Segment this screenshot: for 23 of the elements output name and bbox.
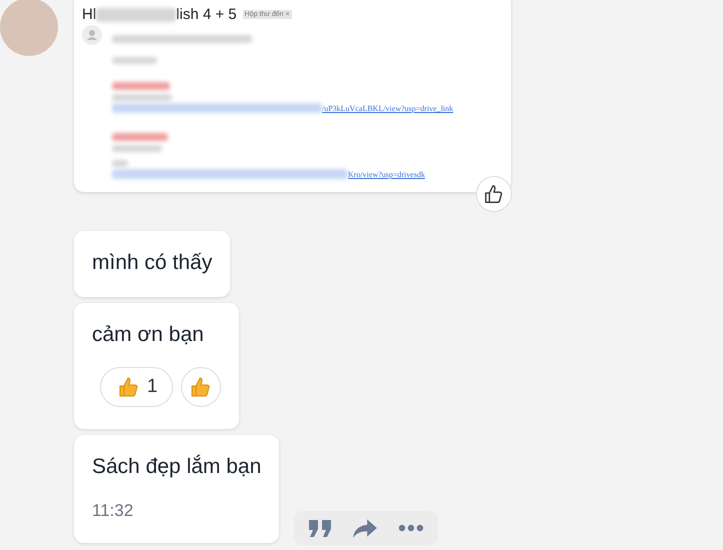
blurred-text xyxy=(112,82,170,90)
like-button[interactable] xyxy=(476,176,512,212)
message-text: mình có thấy xyxy=(92,251,212,275)
drive-link[interactable]: Kro/view?usp=drivesdk xyxy=(348,170,425,178)
reaction-pill[interactable]: 1 xyxy=(100,367,173,407)
message-text: cảm ơn bạn xyxy=(92,323,204,347)
reaction-count: 1 xyxy=(147,376,158,398)
blurred-text xyxy=(112,145,162,152)
blurred-text xyxy=(112,94,172,101)
email-subject: lish 4 + 5 xyxy=(176,6,237,23)
forward-button[interactable] xyxy=(352,517,378,539)
blurred-text xyxy=(112,160,128,167)
drive-link[interactable]: /uP3kLuVcaLBKL/view?usp=drive_link xyxy=(322,104,454,112)
like-reaction-button[interactable] xyxy=(180,367,221,407)
person-icon xyxy=(82,25,102,45)
thumbs-up-icon xyxy=(483,183,505,205)
email-title-start: Hl xyxy=(82,6,96,23)
blurred-text xyxy=(112,133,168,141)
message-text: Sách đẹp lắm bạn xyxy=(92,455,262,479)
message-time: 11:32 xyxy=(92,501,134,521)
quote-button[interactable] xyxy=(308,518,332,538)
blurred-text xyxy=(112,57,157,64)
more-button[interactable] xyxy=(398,524,424,532)
